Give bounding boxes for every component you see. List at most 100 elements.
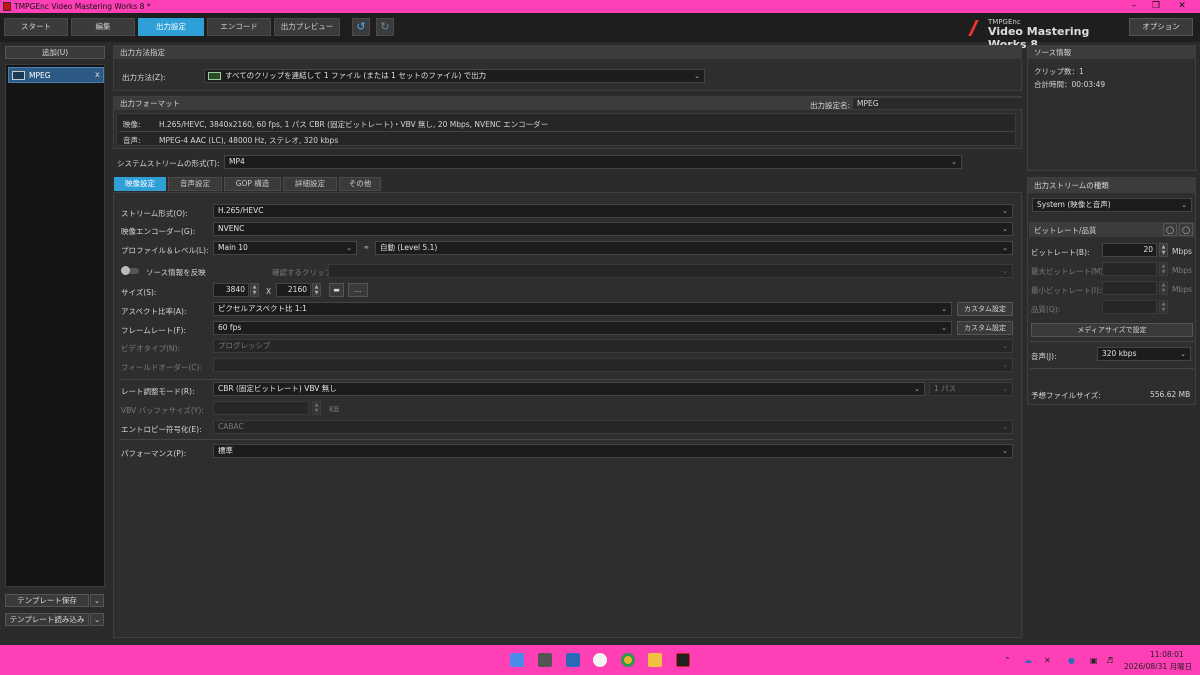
output-method-header: 出力方法指定	[114, 46, 1021, 59]
remove-clip-icon[interactable]: x	[95, 70, 100, 79]
chevron-down-icon: ⌄	[914, 385, 920, 393]
bitrate-spinner-icon[interactable]: ▲ ▼	[1159, 243, 1168, 257]
tab-audio-settings[interactable]: 音声設定	[168, 177, 222, 191]
system-stream-label: システムストリームの形式(T):	[117, 159, 220, 168]
tab-encode[interactable]: エンコード	[207, 18, 271, 36]
source-info-toggle[interactable]	[121, 266, 139, 275]
tab-other[interactable]: その他	[339, 177, 381, 191]
audio-bitrate-select[interactable]: 320 kbps ⌄	[1097, 347, 1191, 361]
add-clip-button[interactable]: 追加(U)	[5, 46, 105, 59]
network-icon[interactable]: ▣	[1090, 656, 1098, 665]
tray-x-icon[interactable]: ✕	[1044, 656, 1051, 665]
video-type-value: プログレッシブ	[218, 341, 271, 350]
output-format-panel: 出力フォーマット 出力設定名: MPEG 映像: H.265/HEVC, 384…	[113, 96, 1022, 149]
tab-gop-structure[interactable]: GOP 構造	[224, 177, 281, 191]
clip-list: MPEG x	[5, 64, 105, 587]
output-method-select[interactable]: すべてのクリップを連結して 1 ファイル (または 1 セットのファイル) で出…	[204, 69, 705, 83]
redo-icon[interactable]: ↻	[376, 18, 394, 36]
tray-chevron-icon[interactable]: ⌃	[1004, 656, 1011, 665]
minimize-icon[interactable]: –	[1124, 1, 1144, 11]
bitrate-header: ビットレート/品質 ◯ ◯	[1029, 222, 1195, 237]
chevron-down-icon: ⌄	[1002, 447, 1008, 455]
app-logo: TMPGEnc Video Mastering Works 8	[968, 18, 1122, 51]
chevron-down-icon: ⌄	[951, 158, 957, 166]
tab-output-settings[interactable]: 出力設定	[138, 18, 204, 36]
clock-date[interactable]: 2026/08/31 月曜日	[1124, 661, 1192, 672]
performance-select[interactable]: 標準 ⌄	[213, 444, 1013, 458]
height-input[interactable]: 2160	[276, 283, 311, 297]
size-label: サイズ(S):	[121, 288, 157, 297]
format-audio-label: 音声:	[123, 136, 141, 145]
encoder-value: NVENC	[218, 224, 245, 233]
template-save-button[interactable]: テンプレート保存	[5, 594, 89, 607]
tray-cloud-icon[interactable]: ☁	[1024, 656, 1032, 665]
width-spinner-icon[interactable]: ▲ ▼	[250, 283, 259, 297]
tab-advanced-settings[interactable]: 詳細設定	[283, 177, 337, 191]
tray-shield-icon[interactable]: ●	[1068, 656, 1075, 665]
width-input[interactable]: 3840	[213, 283, 249, 297]
framerate-custom-button[interactable]: カスタム設定	[957, 321, 1013, 335]
speaker-quality-icon[interactable]: ◯	[1179, 223, 1193, 236]
est-size-label: 予想ファイルサイズ:	[1031, 391, 1101, 400]
field-order-label: フィールドオーダー(C):	[121, 363, 202, 372]
rate-mode-select[interactable]: CBR (固定ビットレート) VBV 無し ⌄	[213, 382, 925, 396]
output-method-value: すべてのクリップを連結して 1 ファイル (または 1 セットのファイル) で出…	[225, 71, 487, 80]
app-icon	[3, 2, 11, 11]
tmpgenc-taskbar-icon[interactable]	[676, 653, 690, 667]
film-icon	[12, 71, 25, 80]
tab-output-preview[interactable]: 出力プレビュー	[274, 18, 340, 36]
chevron-down-icon: ⌄	[1002, 423, 1008, 431]
clip-item[interactable]: MPEG x	[8, 67, 104, 83]
audio-bitrate-label: 音声(J):	[1031, 352, 1057, 361]
undo-icon[interactable]: ↺	[352, 18, 370, 36]
template-load-dropdown-icon[interactable]: ⌄	[90, 613, 104, 626]
chrome-icon[interactable]	[621, 653, 635, 667]
tab-video-settings[interactable]: 映像設定	[114, 177, 166, 191]
maximize-icon[interactable]: ❐	[1146, 1, 1166, 11]
tab-start[interactable]: スタート	[4, 18, 68, 36]
profile-value: Main 10	[218, 243, 248, 252]
system-stream-select[interactable]: MP4 ⌄	[224, 155, 962, 169]
framerate-value: 60 fps	[218, 323, 242, 332]
bitrate-input[interactable]: 20	[1102, 243, 1157, 257]
profile-select[interactable]: Main 10 ⌄	[213, 241, 357, 255]
aspect-lock-icon[interactable]: ▬	[329, 283, 344, 297]
media-size-button[interactable]: メディアサイズで設定	[1031, 323, 1193, 337]
video-settings-panel: ストリーム形式(O): H.265/HEVC ⌄ 映像エンコーダー(G): NVE…	[113, 192, 1022, 638]
output-method-label: 出力方法(Z):	[122, 73, 166, 82]
aspect-custom-button[interactable]: カスタム設定	[957, 302, 1013, 316]
stream-type-select[interactable]: System (映像と音声) ⌄	[1032, 198, 1192, 212]
aspect-select[interactable]: ピクセルアスペクト比 1:1 ⌄	[213, 302, 952, 316]
folder-icon[interactable]	[648, 653, 662, 667]
app-store-icon[interactable]	[566, 653, 580, 667]
framerate-select[interactable]: 60 fps ⌄	[213, 321, 952, 335]
options-button[interactable]: オプション	[1129, 18, 1193, 36]
toggle-knob-icon	[121, 266, 130, 275]
taskview-icon[interactable]	[538, 653, 552, 667]
volume-icon[interactable]: ♬	[1106, 656, 1113, 665]
max-bitrate-input	[1102, 262, 1157, 276]
level-select[interactable]: 自動 (Level 5.1) ⌄	[375, 241, 1013, 255]
template-save-dropdown-icon[interactable]: ⌄	[90, 594, 104, 607]
tab-edit[interactable]: 編集	[71, 18, 135, 36]
entropy-select: CABAC ⌄	[213, 420, 1013, 434]
quality-spinner-icon: ▲ ▼	[1159, 300, 1168, 314]
pass-select: 1 パス ⌄	[929, 382, 1013, 396]
clock-time[interactable]: 11:08:01	[1150, 650, 1184, 659]
template-load-button[interactable]: テンプレート読み込み	[5, 613, 89, 626]
stream-format-value: H.265/HEVC	[218, 206, 264, 215]
chevron-down-icon: ⌄	[1002, 342, 1008, 350]
stream-format-select[interactable]: H.265/HEVC ⌄	[213, 204, 1013, 218]
chevron-down-icon: ⌄	[1002, 385, 1008, 393]
close-window-icon[interactable]: ✕	[1172, 1, 1192, 11]
size-presets-button[interactable]: ...	[348, 283, 368, 297]
vbv-input	[213, 401, 309, 415]
height-spinner-icon[interactable]: ▲ ▼	[312, 283, 321, 297]
start-icon[interactable]	[510, 653, 524, 667]
chevron-down-icon: ⌄	[1002, 244, 1008, 252]
headphones-icon[interactable]: ◯	[1163, 223, 1177, 236]
apple-icon[interactable]	[593, 653, 607, 667]
bitrate-unit: Mbps	[1172, 247, 1192, 256]
quality-input	[1102, 300, 1157, 314]
encoder-select[interactable]: NVENC ⌄	[213, 222, 1013, 236]
